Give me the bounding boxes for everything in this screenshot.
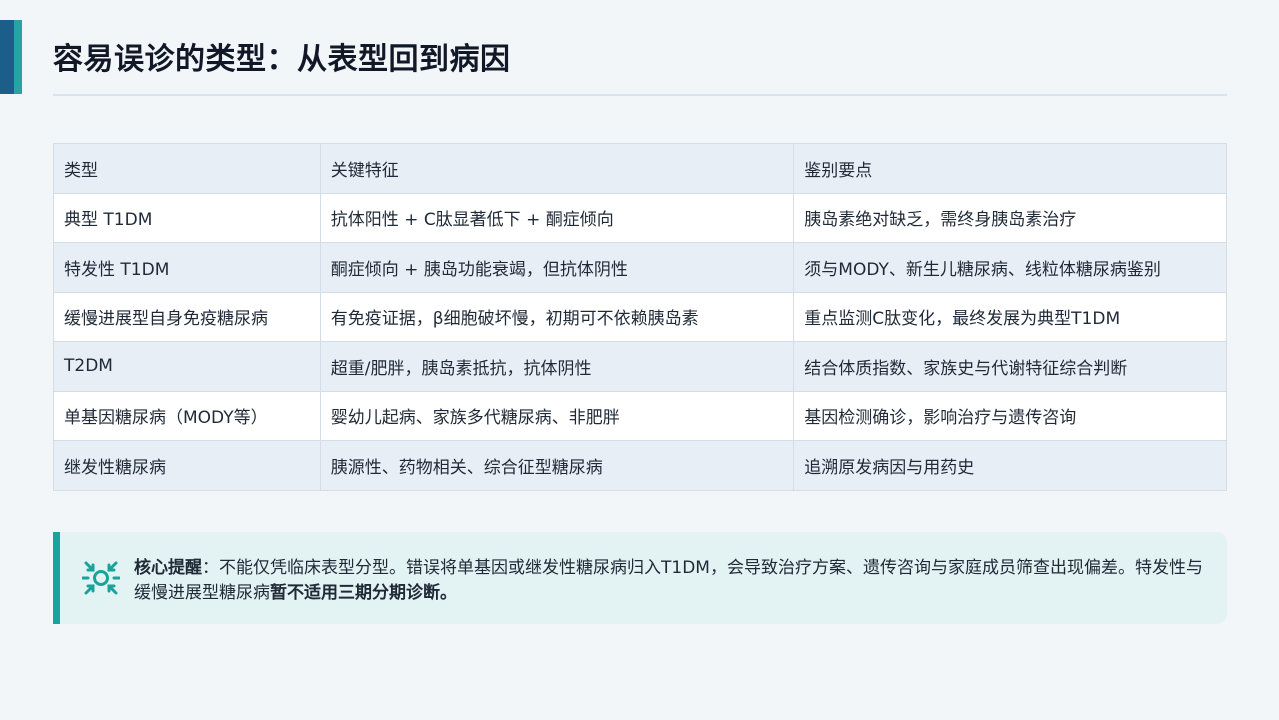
table-row: 缓慢进展型自身免疫糖尿病 有免疫证据，β细胞破坏慢，初期可不依赖胰岛素 重点监测… (53, 291, 1227, 342)
callout-label: 核心提醒 (134, 558, 202, 578)
title-divider (53, 94, 1227, 96)
column-header-features: 关键特征 (319, 143, 795, 194)
table-row: T2DM 超重/肥胖，胰岛素抵抗，抗体阴性 结合体质指数、家族史与代谢特征综合判… (53, 341, 1227, 392)
cell-differentiation: 重点监测C肽变化，最终发展为典型T1DM (793, 291, 1227, 342)
cell-features: 有免疫证据，β细胞破坏慢，初期可不依赖胰岛素 (319, 291, 795, 342)
page-title: 容易误诊的类型：从表型回到病因 (53, 42, 511, 77)
cell-features: 抗体阳性 + C肽显著低下 + 酮症倾向 (319, 192, 795, 243)
table-row: 特发性 T1DM 酮症倾向 + 胰岛功能衰竭，但抗体阴性 须与MODY、新生儿糖… (53, 242, 1227, 293)
misdiagnosis-table: 类型 关键特征 鉴别要点 典型 T1DM 抗体阳性 + C肽显著低下 + 酮症倾… (53, 143, 1227, 491)
cell-differentiation: 须与MODY、新生儿糖尿病、线粒体糖尿病鉴别 (793, 242, 1227, 293)
cell-type: 单基因糖尿病（MODY等） (53, 390, 321, 441)
callout-text: 核心提醒：不能仅凭临床表型分型。错误将单基因或继发性糖尿病归入T1DM，会导致治… (134, 556, 1214, 606)
table-row: 继发性糖尿病 胰源性、药物相关、综合征型糖尿病 追溯原发病因与用药史 (53, 440, 1227, 491)
cell-features: 超重/肥胖，胰岛素抵抗，抗体阴性 (319, 341, 795, 392)
cell-features: 酮症倾向 + 胰岛功能衰竭，但抗体阴性 (319, 242, 795, 293)
title-accent-bar (0, 20, 22, 94)
cell-differentiation: 基因检测确诊，影响治疗与遗传咨询 (793, 390, 1227, 441)
table-row: 典型 T1DM 抗体阳性 + C肽显著低下 + 酮症倾向 胰岛素绝对缺乏，需终身… (53, 192, 1227, 243)
focus-target-icon (82, 561, 120, 595)
cell-differentiation: 胰岛素绝对缺乏，需终身胰岛素治疗 (793, 192, 1227, 243)
cell-type: 典型 T1DM (53, 192, 321, 243)
cell-differentiation: 结合体质指数、家族史与代谢特征综合判断 (793, 341, 1227, 392)
key-reminder-callout: 核心提醒：不能仅凭临床表型分型。错误将单基因或继发性糖尿病归入T1DM，会导致治… (53, 532, 1227, 624)
column-header-differentiation: 鉴别要点 (793, 143, 1227, 194)
cell-type: 继发性糖尿病 (53, 440, 321, 491)
cell-features: 胰源性、药物相关、综合征型糖尿病 (319, 440, 795, 491)
table-header-row: 类型 关键特征 鉴别要点 (53, 143, 1227, 194)
column-header-type: 类型 (53, 143, 321, 194)
callout-emphasis: 暂不适用三期分期诊断。 (270, 583, 457, 603)
cell-differentiation: 追溯原发病因与用药史 (793, 440, 1227, 491)
cell-type: 特发性 T1DM (53, 242, 321, 293)
cell-type: T2DM (53, 341, 321, 392)
cell-type: 缓慢进展型自身免疫糖尿病 (53, 291, 321, 342)
table-row: 单基因糖尿病（MODY等） 婴幼儿起病、家族多代糖尿病、非肥胖 基因检测确诊，影… (53, 390, 1227, 441)
cell-features: 婴幼儿起病、家族多代糖尿病、非肥胖 (319, 390, 795, 441)
